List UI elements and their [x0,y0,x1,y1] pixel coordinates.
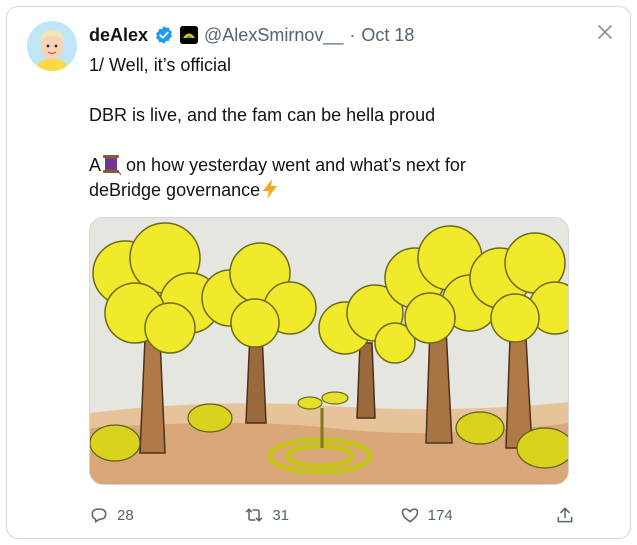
tweet-header: deAlex @AlexSmirnov__ · Oct 18 [89,23,414,47]
heart-icon [401,508,418,523]
tweet-line-4: deBridge governance [89,178,609,203]
retweet-count: 31 [272,506,290,524]
thread-prefix: A [89,155,102,175]
action-bar: 28 31 174 [89,502,575,528]
governance-text: deBridge governance [89,180,261,200]
share-button[interactable] [555,505,575,525]
tweet-text: 1/ Well, it’s official DBR is live, and … [89,53,609,203]
verified-badge-icon [154,25,174,45]
avatar[interactable] [27,21,77,71]
reply-icon [91,508,107,523]
like-button[interactable]: 174 [400,505,550,525]
forest-illustration-icon [90,218,568,484]
tweet-media-image[interactable] [89,217,569,485]
tweet-line-1: 1/ Well, it’s official [89,55,232,75]
reply-count: 28 [117,506,134,524]
share-icon [557,507,573,523]
tweet-line-2: DBR is live, and the fam can be hella pr… [89,105,436,125]
affiliate-badge-icon[interactable] [180,26,199,44]
handle[interactable]: @AlexSmirnov__ [204,25,343,46]
separator-dot: · [349,24,356,45]
display-name[interactable]: deAlex [89,25,148,46]
tweet-line-3: A on how yesterday went and what’s next … [89,153,609,178]
reply-button[interactable]: 28 [89,505,239,525]
close-icon[interactable] [594,21,616,43]
like-count: 174 [427,506,453,524]
retweet-icon [246,508,263,522]
retweet-button[interactable]: 31 [244,505,394,525]
thread-spool-icon [101,153,122,176]
tweet-date[interactable]: Oct 18 [361,25,414,46]
thread-rest: on how yesterday went and what’s next fo… [126,155,466,175]
avatar-image [27,21,77,71]
tweet-card[interactable]: deAlex @AlexSmirnov__ · Oct 18 1/ Well, … [6,6,631,539]
lightning-icon [260,178,280,200]
